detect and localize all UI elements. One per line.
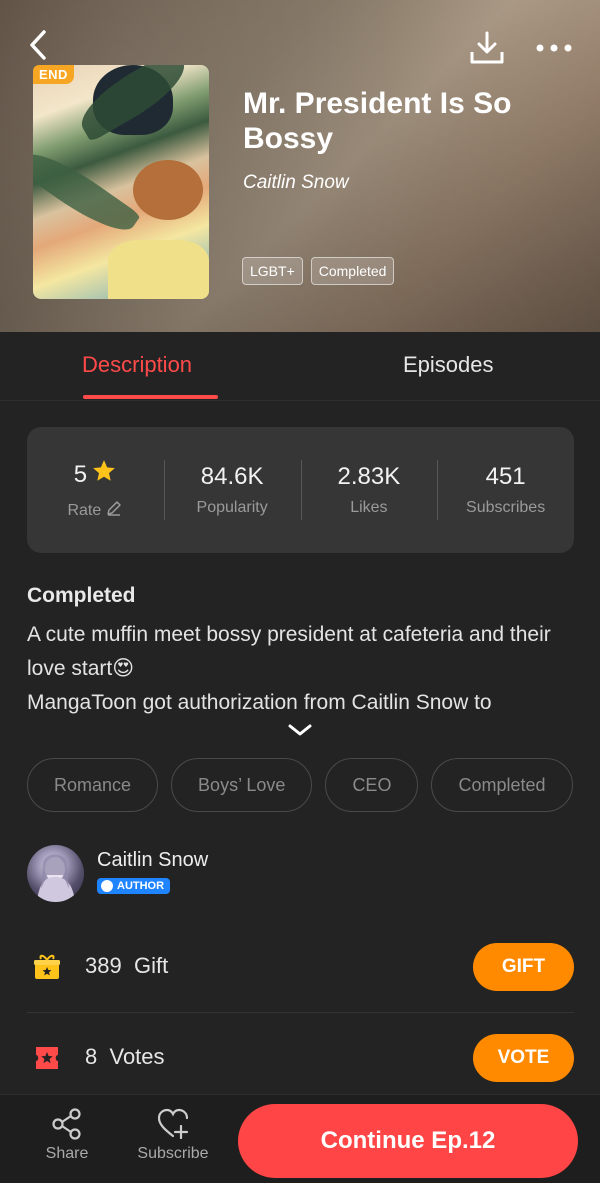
genre-list: Romance Boys’ Love CEO Completed — [27, 758, 573, 812]
votes-count-label: 8 Votes — [85, 1044, 165, 1070]
comic-author[interactable]: Caitlin Snow — [243, 172, 349, 194]
star-icon — [91, 458, 117, 491]
votes-label: Votes — [109, 1044, 165, 1069]
stat-rate[interactable]: 5 Rate — [27, 427, 164, 553]
header-tags: LGBT+ Completed — [242, 257, 395, 285]
continue-reading-button[interactable]: Continue Ep.12 — [238, 1104, 578, 1178]
description-line-2: MangaToon got authorization from Caitlin… — [27, 691, 492, 714]
gift-count: 389 — [85, 953, 122, 978]
genre-completed[interactable]: Completed — [431, 758, 573, 812]
chevron-down-icon[interactable] — [287, 720, 313, 740]
genre-boys-love[interactable]: Boys’ Love — [171, 758, 313, 812]
likes-label: Likes — [350, 499, 388, 516]
description-text[interactable]: A cute muffin meet bossy president at ca… — [27, 618, 577, 720]
stats-card: 5 Rate 84.6K Popularity 2.83K Likes 451 … — [27, 427, 574, 553]
bottom-bar: Share Subscribe Continue Ep.12 — [0, 1094, 600, 1183]
cover-image[interactable] — [33, 65, 209, 299]
author-badge-label: AUTHOR — [117, 880, 165, 892]
avatar[interactable] — [27, 845, 84, 902]
genre-romance[interactable]: Romance — [27, 758, 159, 812]
tab-episodes[interactable]: Episodes — [403, 352, 494, 378]
share-icon — [50, 1107, 84, 1141]
comic-title: Mr. President Is So Bossy — [243, 87, 512, 155]
ticket-icon — [33, 1044, 61, 1072]
subscribes-label: Subscribes — [466, 499, 546, 516]
popularity-value: 84.6K — [200, 463, 264, 490]
heart-plus-icon — [156, 1107, 190, 1141]
gift-button[interactable]: GIFT — [473, 943, 574, 991]
gift-count-label: 389 Gift — [85, 953, 168, 979]
vote-button[interactable]: VOTE — [473, 1034, 574, 1082]
subscribe-label: Subscribe — [137, 1145, 209, 1162]
author-badge: AUTHOR — [97, 878, 171, 894]
pencil-icon — [105, 499, 123, 522]
share-button[interactable]: Share — [27, 1107, 107, 1163]
rate-value: 5 — [73, 460, 88, 488]
gift-row: 389 Gift GIFT — [27, 939, 574, 999]
stat-subscribes: 451 Subscribes — [437, 427, 574, 553]
author-name[interactable]: Caitlin Snow — [97, 849, 208, 872]
votes-count: 8 — [85, 1044, 98, 1069]
tab-bar: Description Episodes — [0, 332, 600, 401]
gift-icon — [33, 953, 61, 981]
author-drop-icon — [101, 880, 113, 892]
description-status: Completed — [27, 584, 136, 607]
genre-ceo[interactable]: CEO — [325, 758, 419, 812]
likes-value: 2.83K — [337, 463, 401, 490]
stat-popularity: 84.6K Popularity — [163, 427, 301, 553]
back-arrow-icon[interactable] — [22, 28, 56, 62]
description-line-1: A cute muffin meet bossy president at ca… — [27, 623, 551, 680]
tag-completed[interactable]: Completed — [310, 257, 395, 285]
share-label: Share — [45, 1145, 89, 1162]
more-options-icon[interactable] — [534, 36, 574, 60]
download-icon[interactable] — [468, 30, 506, 66]
tab-active-indicator — [83, 395, 218, 399]
tag-lgbt[interactable]: LGBT+ — [242, 257, 303, 285]
rate-label: Rate — [67, 501, 102, 519]
tab-description[interactable]: Description — [82, 352, 192, 378]
popularity-label: Popularity — [196, 499, 268, 516]
votes-row: 8 Votes VOTE — [27, 1030, 574, 1090]
gift-label: Gift — [133, 953, 169, 978]
subscribe-button[interactable]: Subscribe — [133, 1107, 213, 1163]
stat-likes: 2.83K Likes — [300, 427, 438, 553]
subscribes-value: 451 — [485, 463, 526, 490]
end-badge: END — [33, 65, 74, 84]
divider — [27, 1012, 574, 1013]
